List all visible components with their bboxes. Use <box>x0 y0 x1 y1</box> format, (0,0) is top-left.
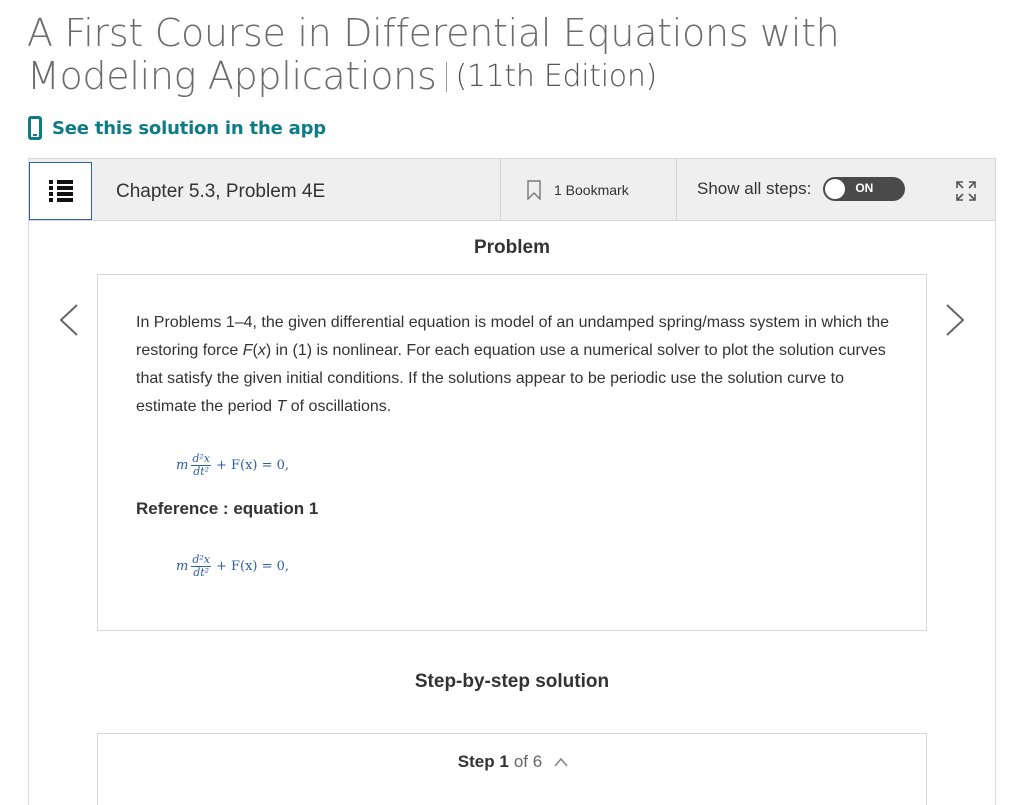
equation-denominator: dt² <box>193 465 210 478</box>
bookmark-button[interactable]: 1 Bookmark <box>500 159 677 221</box>
problem-text: In Problems 1–4, the given differential … <box>136 309 896 421</box>
equation-ref-denominator: dt² <box>193 566 210 579</box>
problem-text-t: T <box>276 398 287 415</box>
expand-icon[interactable] <box>954 179 978 203</box>
phone-icon <box>28 116 42 140</box>
problem-text-fx: F <box>242 342 253 359</box>
book-title-line2-text: Modeling Applications <box>27 54 437 98</box>
collapse-chevron-up-icon[interactable] <box>554 757 568 767</box>
problem-text-part4: of oscillations. <box>286 398 392 415</box>
previous-problem-chevron-icon[interactable] <box>57 303 81 337</box>
solution-toolbar: Chapter 5.3, Problem 4E 1 Bookmark Show … <box>29 159 995 221</box>
list-icon <box>48 178 73 204</box>
show-all-steps-label: Show all steps: <box>697 179 812 198</box>
book-edition: (11th Edition) <box>455 59 657 94</box>
problem-heading: Problem <box>473 237 551 258</box>
step-box: Step 1 of 6 <box>97 733 927 805</box>
book-title-line1: A First Course in Differential Equations… <box>27 11 840 55</box>
step-total: of 6 <box>513 752 543 771</box>
next-problem-chevron-icon[interactable] <box>943 303 967 337</box>
equation-ref-m: m <box>176 559 189 574</box>
app-link-label: See this solution in the app <box>52 117 326 139</box>
equation-1: m d²x dt² + F(x) = 0, <box>176 453 289 478</box>
table-of-contents-button[interactable] <box>29 162 92 220</box>
see-solution-in-app-link[interactable]: See this solution in the app <box>28 116 326 140</box>
book-title: A First Course in Differential Equations… <box>27 12 987 98</box>
show-all-steps-control: Show all steps: ON <box>697 177 906 201</box>
book-title-line2: Modeling Applications (11th Edition) <box>27 55 987 98</box>
bookmark-count: 1 Bookmark <box>554 182 629 198</box>
chapter-problem-label: Chapter 5.3, Problem 4E <box>116 181 326 202</box>
step-by-step-heading: Step-by-step solution <box>414 671 610 692</box>
problem-statement-box: In Problems 1–4, the given differential … <box>97 274 927 631</box>
problem-text-x: x <box>257 342 266 359</box>
step-indicator: Step 1 of 6 <box>98 752 928 772</box>
toggle-knob <box>825 179 846 199</box>
step-number: Step 1 <box>457 752 509 771</box>
equation-ref-fraction: d²x dt² <box>191 554 211 579</box>
equation-m: m <box>176 458 189 473</box>
reference-label: Reference : equation 1 <box>136 499 319 518</box>
equation-rest: + F(x) = 0, <box>215 458 290 473</box>
equation-reference: m d²x dt² + F(x) = 0, <box>176 554 289 579</box>
toggle-state-label: ON <box>855 181 874 195</box>
title-separator <box>446 61 448 92</box>
equation-fraction: d²x dt² <box>191 453 211 478</box>
show-all-steps-toggle[interactable]: ON <box>823 177 906 201</box>
bookmark-icon <box>527 180 541 200</box>
equation-ref-rest: + F(x) = 0, <box>215 559 290 574</box>
solution-panel: Chapter 5.3, Problem 4E 1 Bookmark Show … <box>28 158 996 805</box>
